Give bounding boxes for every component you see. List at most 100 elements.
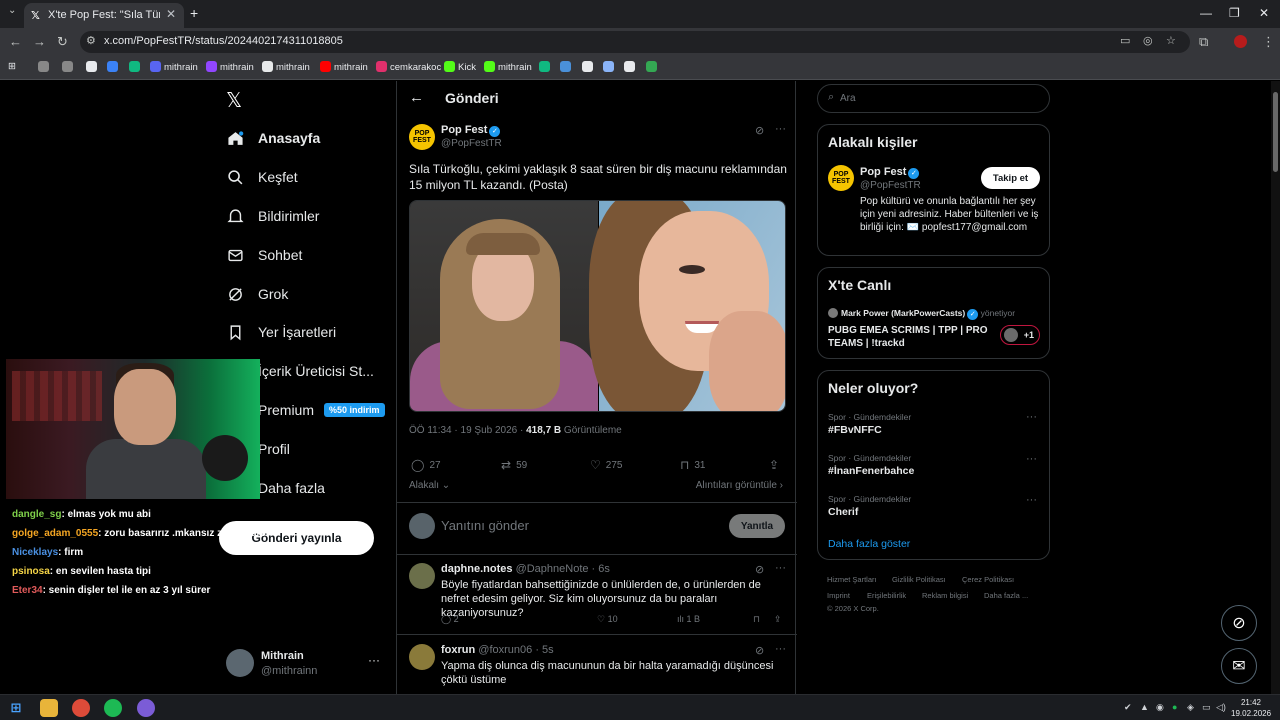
scrollbar-thumb[interactable]: [1273, 92, 1278, 172]
bookmark-item[interactable]: [539, 61, 553, 73]
star-icon[interactable]: ☆: [1166, 34, 1176, 47]
nav-notifications[interactable]: Bildirimler: [226, 202, 319, 230]
app-icon[interactable]: [137, 699, 155, 717]
reply-action[interactable]: ◯ 2: [441, 614, 459, 625]
more-icon[interactable]: ···: [1026, 453, 1037, 465]
messages-fab-icon[interactable]: ✉: [1221, 648, 1257, 684]
post-media[interactable]: [409, 200, 786, 412]
nav-home[interactable]: Anasayfa: [226, 124, 320, 152]
browser-tab[interactable]: 𝕏 X'te Pop Fest: "Sıla Türkoğlu, ç ✕: [24, 3, 184, 28]
bookmark-item[interactable]: [86, 61, 100, 73]
more-icon[interactable]: ···: [368, 653, 380, 667]
network-icon[interactable]: ▭: [1202, 702, 1211, 713]
minimize-icon[interactable]: —: [1200, 6, 1212, 20]
reply-item[interactable]: foxrun @foxrun06 · 5s ⊘ ··· Yapma diş ol…: [397, 636, 797, 694]
avatar[interactable]: [409, 644, 435, 670]
system-clock[interactable]: 21:42 19.02.2026: [1231, 697, 1271, 719]
back-icon[interactable]: ←: [9, 34, 22, 49]
account-switcher[interactable]: Mithrain @mithrainn ···: [226, 647, 386, 683]
x-logo-icon[interactable]: 𝕏: [226, 88, 242, 113]
bookmark-item[interactable]: [582, 61, 596, 73]
spotify-tray-icon[interactable]: ●: [1172, 702, 1177, 712]
scrollbar[interactable]: [1271, 81, 1280, 694]
more-icon[interactable]: ···: [775, 562, 786, 574]
more-icon[interactable]: ···: [775, 643, 786, 655]
trend-item[interactable]: #İnanFenerbahce: [828, 465, 914, 477]
bookmark-item[interactable]: [38, 61, 52, 73]
bookmark-item[interactable]: [129, 61, 143, 73]
bookmark-icon[interactable]: ⊓: [753, 614, 760, 625]
bookmark-mithrain-kick[interactable]: mithrain: [484, 61, 532, 73]
bookmark-cemkarakoc-instagram[interactable]: cemkarakoc: [376, 61, 441, 73]
nav-messages[interactable]: Sohbet: [226, 241, 302, 269]
nav-grok[interactable]: Grok: [226, 280, 288, 308]
reply-button[interactable]: Yanıtla: [729, 514, 785, 538]
bookmark-item[interactable]: [624, 61, 638, 73]
more-icon[interactable]: ···: [1026, 494, 1037, 506]
share-icon[interactable]: ⇪: [774, 614, 782, 625]
grok-icon[interactable]: ⊘: [755, 563, 764, 576]
tray-icon[interactable]: ▲: [1140, 702, 1149, 712]
author-name[interactable]: Pop Fest ✓: [441, 124, 501, 137]
reply-author[interactable]: daphne.notes @DaphneNote · 6s: [441, 563, 610, 575]
tab-close-icon[interactable]: ✕: [166, 7, 176, 21]
tab-search-icon[interactable]: ⌄: [8, 5, 16, 16]
like-action[interactable]: ♡ 275: [590, 458, 622, 472]
post-image[interactable]: [589, 201, 785, 411]
restore-icon[interactable]: ❐: [1229, 6, 1240, 20]
live-title[interactable]: PUBG EMEA SCRIMS | TPP | PRO TEAMS | !tr…: [828, 324, 988, 350]
grok-icon[interactable]: ⊘: [755, 124, 764, 137]
nav-bookmarks[interactable]: Yer İşaretleri: [226, 318, 336, 346]
new-tab-button[interactable]: +: [190, 5, 198, 21]
site-info-icon[interactable]: ⚙: [86, 34, 96, 47]
author-avatar[interactable]: POP FEST: [828, 165, 854, 191]
bookmark-kick[interactable]: Kick: [444, 61, 476, 73]
search-input[interactable]: ⌕ Ara: [817, 84, 1050, 113]
bookmark-item[interactable]: [603, 61, 617, 73]
reply-item[interactable]: daphne.notes @DaphneNote · 6s ⊘ ··· Böyl…: [397, 555, 797, 635]
repost-action[interactable]: ⇄ 59: [501, 458, 527, 472]
like-action[interactable]: ♡ 10: [597, 614, 618, 625]
profile-avatar-icon[interactable]: [1234, 35, 1247, 48]
relevant-name[interactable]: Pop Fest ✓: [860, 166, 920, 179]
bookmark-item[interactable]: [646, 61, 660, 73]
reply-action[interactable]: ◯ 27: [411, 458, 441, 472]
footer-link[interactable]: Imprint: [827, 591, 850, 600]
bookmark-item[interactable]: [62, 61, 76, 73]
eye-off-icon[interactable]: ◎: [1143, 34, 1153, 47]
relevant-handle[interactable]: @PopFestTR: [860, 180, 921, 191]
trend-item[interactable]: Cherif: [828, 506, 858, 518]
trend-item[interactable]: #FBvNFFC: [828, 424, 882, 436]
spotify-icon[interactable]: [104, 699, 122, 717]
grok-icon[interactable]: ⊘: [755, 644, 764, 657]
live-host[interactable]: Mark Power (MarkPowerCasts) ✓ yönetiyor: [828, 308, 1015, 320]
footer-link[interactable]: Gizlilik Politikası: [892, 575, 946, 584]
show-more-link[interactable]: Daha fazla göster: [828, 538, 910, 550]
bookmark-mithrain-discord[interactable]: mithrain: [150, 61, 198, 73]
view-quotes-link[interactable]: Alıntıları görüntüle ›: [696, 480, 783, 491]
forward-icon[interactable]: →: [33, 34, 46, 49]
avatar[interactable]: [409, 563, 435, 589]
footer-link[interactable]: Erişilebilirlik: [867, 591, 906, 600]
nav-explore[interactable]: Keşfet: [226, 163, 298, 191]
tray-icon[interactable]: ✔: [1124, 702, 1132, 713]
menu-icon[interactable]: ⋮: [1262, 34, 1275, 50]
more-icon[interactable]: ···: [775, 123, 786, 135]
volume-icon[interactable]: ◁): [1216, 702, 1226, 713]
file-explorer-icon[interactable]: [40, 699, 58, 717]
tray-icon[interactable]: ◉: [1156, 702, 1164, 713]
back-arrow-icon[interactable]: ←: [409, 89, 424, 106]
footer-link[interactable]: Daha fazla ...: [984, 591, 1028, 600]
cast-icon[interactable]: ▭: [1120, 34, 1130, 47]
grok-fab-icon[interactable]: ⊘: [1221, 605, 1257, 641]
windows-start-icon[interactable]: ⊞: [7, 699, 25, 717]
share-action[interactable]: ⇪: [769, 458, 784, 472]
post-image[interactable]: [410, 201, 598, 411]
bookmark-mithrain-youtube[interactable]: mithrain: [320, 61, 368, 73]
window-close-icon[interactable]: ✕: [1259, 6, 1269, 20]
bookmark-item[interactable]: [107, 61, 121, 73]
bookmark-item[interactable]: [560, 61, 574, 73]
footer-link[interactable]: Çerez Politikası: [962, 575, 1014, 584]
extensions-icon[interactable]: ⧉: [1199, 34, 1208, 50]
live-listeners[interactable]: +1: [1000, 325, 1040, 345]
